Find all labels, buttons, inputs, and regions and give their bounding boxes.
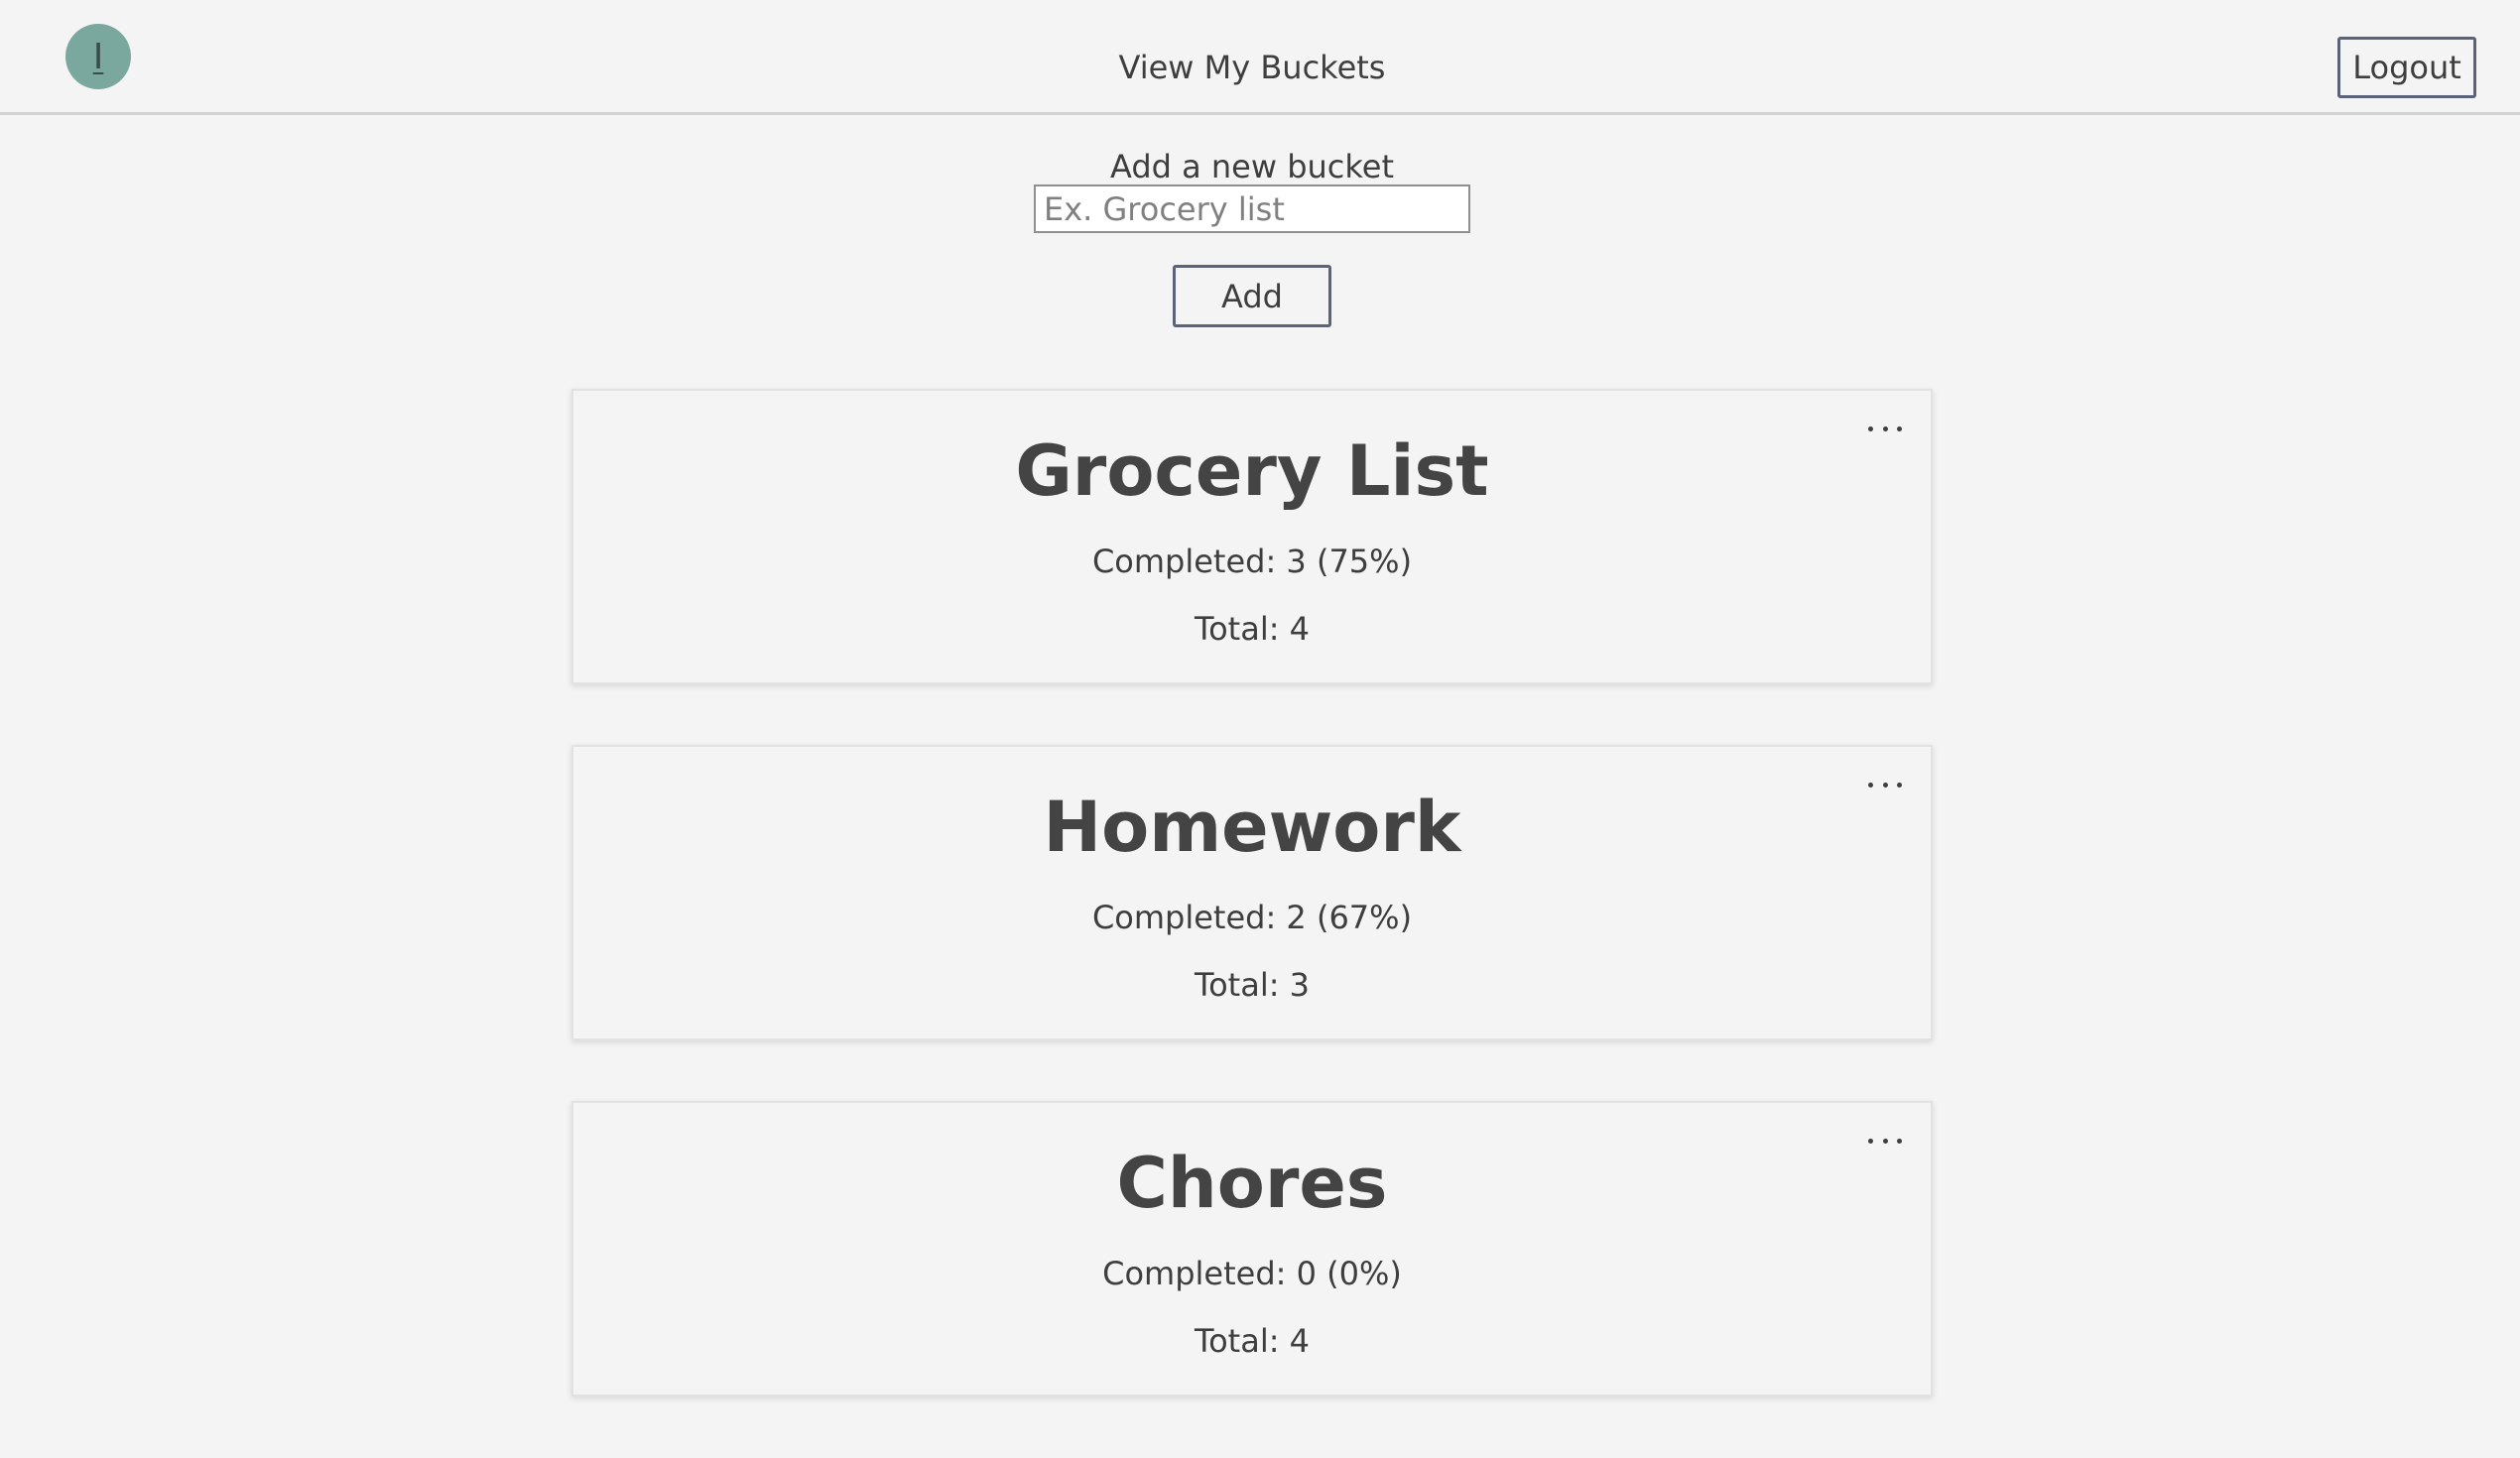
page-title: View My Buckets (1118, 49, 1386, 86)
bucket-title: Chores (1116, 1143, 1388, 1224)
bucket-total: Total: 3 (1194, 966, 1311, 1004)
bucket-title: Homework (1043, 787, 1461, 868)
bucket-title: Grocery List (1015, 430, 1489, 512)
add-bucket-label: Add a new bucket (1109, 148, 1395, 185)
bucket-completed: Completed: 3 (75%) (1091, 543, 1413, 580)
bucket-completed: Completed: 2 (67%) (1091, 899, 1413, 936)
add-bucket-button[interactable]: Add (1173, 265, 1331, 327)
header-bar: I View My Buckets Logout (0, 0, 2520, 115)
new-bucket-input[interactable] (1034, 184, 1470, 233)
bucket-total: Total: 4 (1194, 1322, 1311, 1360)
bucket-total: Total: 4 (1194, 610, 1311, 648)
bucket-card-chores[interactable]: Chores Completed: 0 (0%) Total: 4 (571, 1101, 1933, 1397)
logout-button[interactable]: Logout (2337, 37, 2476, 98)
bucket-card-homework[interactable]: Homework Completed: 2 (67%) Total: 3 (571, 745, 1933, 1040)
bucket-card-grocery-list[interactable]: Grocery List Completed: 3 (75%) Total: 4 (571, 389, 1933, 684)
bucket-completed: Completed: 0 (0%) (1102, 1255, 1402, 1292)
